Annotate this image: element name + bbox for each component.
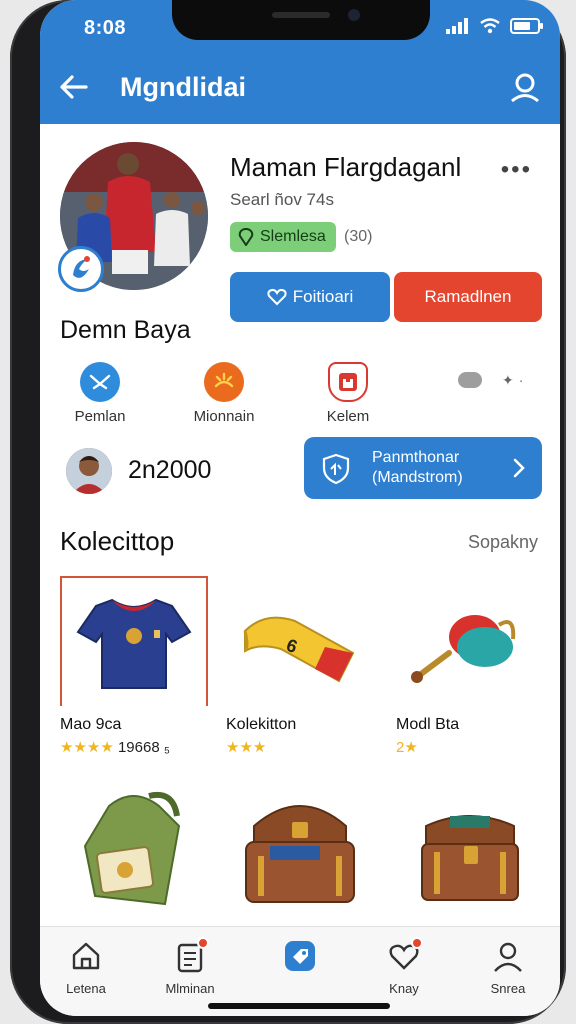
status-pill-label: Slemlesa — [260, 228, 326, 245]
nav-home[interactable]: Letena — [46, 939, 126, 996]
status-count: (30) — [344, 228, 373, 245]
promo-button[interactable]: Panmthonar (Mandstrom) — [304, 437, 542, 499]
category-pemlan[interactable]: Pemlan — [52, 362, 148, 425]
item-title: Mao 9ca — [60, 716, 122, 733]
front-camera — [348, 9, 360, 21]
item-title: Modl Bta — [396, 716, 460, 733]
category-label: Pemlan — [74, 408, 126, 425]
castle-shield-icon — [328, 362, 368, 402]
phone-frame: 8:08 Mgndlidai Maman Flargdaganl ••• Sea… — [10, 0, 566, 1024]
more-options-icon[interactable]: ••• — [501, 156, 532, 184]
shield-icon — [322, 453, 350, 485]
star-icon: ★★★★ — [60, 739, 114, 756]
wifi-icon — [480, 18, 500, 34]
collection-item[interactable] — [60, 786, 208, 916]
account-icon[interactable] — [508, 70, 542, 104]
back-arrow-icon[interactable] — [58, 72, 90, 102]
collection-title: Kolecittop — [60, 526, 175, 556]
collection-item[interactable]: Mao 9ca ★★★★ 19668 ₅ — [60, 576, 208, 756]
app-screen: 8:08 Mgndlidai Maman Flargdaganl ••• Sea… — [40, 0, 560, 1016]
nav-label: Knay — [389, 981, 419, 996]
status-pill: Slemlesa — [230, 222, 336, 252]
heart-outline-icon — [267, 288, 287, 306]
profile-subinfo: Searl ñov 74s — [230, 190, 334, 209]
signal-icon — [446, 18, 468, 34]
more-categories-icon[interactable]: ✦· — [502, 372, 528, 389]
item-title: Kolekitton — [226, 716, 297, 733]
backpack-icon — [60, 786, 208, 916]
scarf-icon: 6 — [226, 576, 374, 706]
swords-icon — [80, 362, 120, 402]
user-small-avatar — [66, 448, 112, 494]
speaker — [272, 12, 330, 18]
message-button[interactable]: Ramadlnen — [394, 272, 542, 322]
category-kelem[interactable]: Kelem — [300, 362, 396, 425]
app-bar: Mgndlidai — [40, 50, 560, 124]
section-heading: Demn Baya — [60, 316, 191, 344]
treasure-chest-icon — [226, 786, 374, 916]
promo-line-2: (Mandstrom) — [372, 469, 463, 486]
sun-burst-icon — [204, 362, 244, 402]
nav-profile[interactable]: Snrea — [468, 939, 548, 996]
item-rating: 2★ — [396, 738, 544, 756]
team-logo-icon — [73, 256, 90, 278]
user-icon — [491, 939, 525, 973]
app-title: Mgndlidai — [120, 72, 246, 102]
avatar-badge — [58, 246, 104, 292]
toggle-switch[interactable] — [458, 372, 482, 388]
notification-dot — [197, 937, 209, 949]
profile-avatar[interactable] — [58, 142, 208, 292]
category-label: Mionnain — [193, 408, 255, 425]
clipboard-icon — [173, 937, 209, 973]
star-icon: ★★★ — [226, 739, 267, 756]
collection-item[interactable] — [226, 786, 374, 916]
notification-dot — [411, 937, 423, 949]
chevron-right-icon — [513, 458, 525, 478]
category-mionnain[interactable]: Mionnain — [176, 362, 272, 425]
message-button-label: Ramadlnen — [424, 287, 512, 306]
nav-center[interactable] — [260, 939, 340, 981]
status-time: 8:08 — [84, 17, 127, 39]
status-bar: 8:08 — [40, 0, 560, 50]
location-pin-icon — [238, 228, 254, 246]
follow-button[interactable]: Foitioari — [230, 272, 390, 322]
battery-icon — [510, 18, 543, 34]
user-face-icon — [66, 448, 112, 494]
tag-icon — [283, 939, 317, 973]
profile-name: Maman Flargdaganl — [230, 152, 462, 182]
home-icon — [69, 939, 103, 973]
collection-item[interactable] — [396, 786, 544, 916]
follow-button-label: Foitioari — [292, 287, 354, 306]
nav-label: Letena — [66, 981, 106, 996]
collection-item[interactable]: Modl Bta 2★ — [396, 576, 544, 756]
star-icon: 2★ — [396, 739, 418, 756]
item-rating: ★★★★ 19668 ₅ — [60, 738, 208, 756]
item-rating-count: 19668 ₅ — [117, 739, 170, 756]
bottom-navigation: Letena Mlminan Knay Snrea — [40, 926, 560, 1016]
nav-favorites[interactable]: Knay — [364, 937, 444, 996]
nav-missions[interactable]: Mlminan — [150, 937, 230, 996]
trumpet-icon — [396, 576, 544, 706]
heart-icon — [387, 937, 423, 973]
see-all-link[interactable]: Sopakny — [468, 532, 538, 553]
collection-item[interactable]: 6 Kolekitton ★★★ — [226, 576, 374, 756]
item-rating: ★★★ — [226, 738, 374, 756]
notch — [172, 0, 430, 40]
home-indicator — [208, 1003, 390, 1009]
nav-label: Mlminan — [165, 981, 215, 996]
jersey-icon — [60, 576, 208, 706]
chest-icon — [396, 786, 544, 916]
status-icons — [446, 18, 544, 34]
coin-balance: 2n2000 — [128, 456, 212, 484]
promo-line-1: Panmthonar — [372, 449, 460, 466]
nav-label: Snrea — [490, 981, 526, 996]
category-label: Kelem — [326, 408, 370, 425]
